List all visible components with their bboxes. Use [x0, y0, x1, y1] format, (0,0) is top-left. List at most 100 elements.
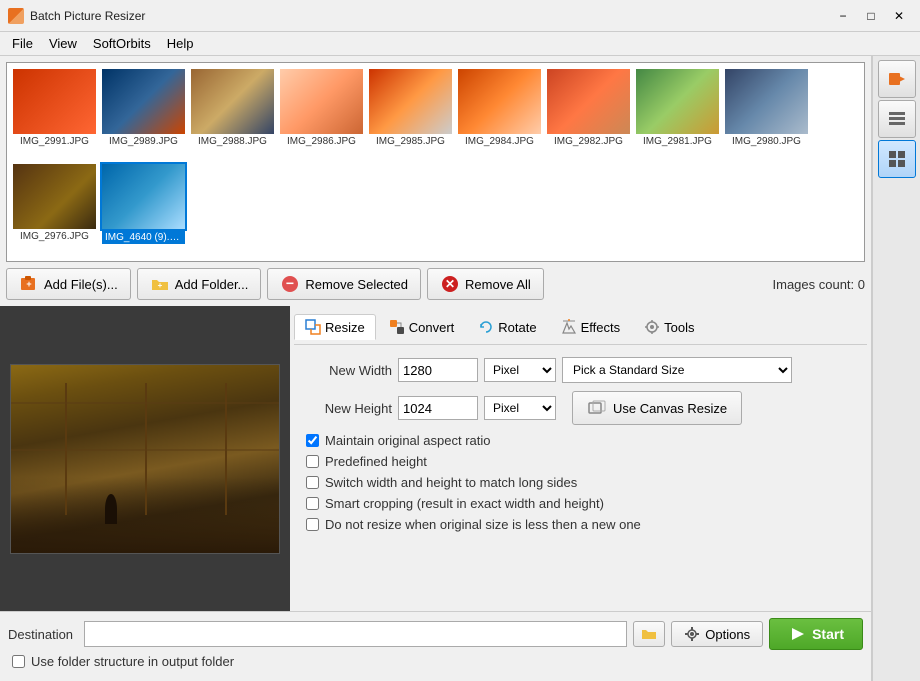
svg-text:✕: ✕: [445, 277, 455, 291]
thumbnail-area[interactable]: IMG_2991.JPG IMG_2989.JPG IMG_2988.JPG I…: [6, 62, 865, 262]
options-button[interactable]: Options: [671, 621, 763, 647]
preview-image: [10, 364, 280, 554]
rotate-icon: [478, 319, 494, 335]
maximize-button[interactable]: □: [858, 6, 884, 26]
bottom-panel: Destination Options: [0, 611, 871, 681]
menu-softorbits[interactable]: SoftOrbits: [85, 34, 159, 53]
resize-icon: [305, 319, 321, 335]
minimize-button[interactable]: −: [830, 6, 856, 26]
tab-convert[interactable]: Convert: [378, 314, 466, 340]
tab-resize[interactable]: Resize: [294, 314, 376, 340]
sidebar-add-button[interactable]: [878, 60, 916, 98]
list-view-icon: [887, 109, 907, 129]
content-area: Resize Convert: [0, 306, 871, 611]
effects-icon: [561, 319, 577, 335]
maintain-aspect-label[interactable]: Maintain original aspect ratio: [325, 433, 490, 448]
menu-file[interactable]: File: [4, 34, 41, 53]
preview-panel: [0, 306, 290, 611]
smart-cropping-label[interactable]: Smart cropping (result in exact width an…: [325, 496, 604, 511]
do-not-resize-checkbox[interactable]: [306, 518, 319, 531]
right-sidebar: [872, 56, 920, 681]
height-input[interactable]: [398, 396, 478, 420]
height-label: New Height: [302, 401, 392, 416]
tab-rotate[interactable]: Rotate: [467, 314, 547, 340]
do-not-resize-label[interactable]: Do not resize when original size is less…: [325, 517, 641, 532]
menu-bar: File View SoftOrbits Help: [0, 32, 920, 56]
title-bar: Batch Picture Resizer − □ ✕: [0, 0, 920, 32]
thumb-label: IMG_2980.JPG: [732, 136, 801, 147]
images-count: Images count: 0: [773, 277, 866, 292]
thumb-item[interactable]: IMG_2982.JPG: [547, 69, 630, 147]
do-not-resize-row: Do not resize when original size is less…: [302, 517, 859, 532]
grid-view-icon: [887, 149, 907, 169]
remove-selected-button[interactable]: − Remove Selected: [267, 268, 421, 300]
switch-width-height-label[interactable]: Switch width and height to match long si…: [325, 475, 577, 490]
toolbar-area: + Add File(s)... + Add Folder... − Remov…: [0, 262, 871, 306]
folder-structure-checkbox[interactable]: [12, 655, 25, 668]
settings-panel: Resize Convert: [290, 306, 871, 611]
thumb-item[interactable]: IMG_2988.JPG: [191, 69, 274, 147]
destination-row: Destination Options: [8, 618, 863, 650]
smart-cropping-checkbox[interactable]: [306, 497, 319, 510]
canvas-resize-icon: [587, 398, 607, 418]
destination-input[interactable]: [84, 621, 627, 647]
thumb-item[interactable]: IMG_2980.JPG: [725, 69, 808, 147]
height-unit-select[interactable]: Pixel Percent Inch Cm: [484, 396, 556, 420]
convert-icon: [389, 319, 405, 335]
thumb-item[interactable]: IMG_2976.JPG: [13, 164, 96, 242]
app-title: Batch Picture Resizer: [30, 9, 830, 23]
folder-structure-row: Use folder structure in output folder: [8, 654, 234, 669]
thumb-item[interactable]: IMG_2984.JPG: [458, 69, 541, 147]
thumb-item[interactable]: IMG_2989.JPG: [102, 69, 185, 147]
predefined-height-label[interactable]: Predefined height: [325, 454, 427, 469]
thumb-item[interactable]: IMG_2986.JPG: [280, 69, 363, 147]
remove-all-button[interactable]: ✕ Remove All: [427, 268, 544, 300]
thumb-item-selected[interactable]: IMG_4640 (9).CR2: [102, 164, 185, 244]
thumb-item[interactable]: IMG_2991.JPG: [13, 69, 96, 147]
standard-size-select[interactable]: Pick a Standard Size 640×480 800×600 102…: [562, 357, 792, 383]
close-button[interactable]: ✕: [886, 6, 912, 26]
svg-text:+: +: [157, 281, 162, 290]
menu-view[interactable]: View: [41, 34, 85, 53]
main-layout: IMG_2991.JPG IMG_2989.JPG IMG_2988.JPG I…: [0, 56, 920, 681]
thumb-label: IMG_2989.JPG: [109, 136, 178, 147]
thumb-item[interactable]: IMG_2981.JPG: [636, 69, 719, 147]
window-controls: − □ ✕: [830, 6, 912, 26]
tools-icon: [644, 319, 660, 335]
start-button[interactable]: Start: [769, 618, 863, 650]
sidebar-grid-button[interactable]: [878, 140, 916, 178]
width-label: New Width: [302, 363, 392, 378]
switch-width-height-checkbox[interactable]: [306, 476, 319, 489]
sidebar-list-button[interactable]: [878, 100, 916, 138]
canvas-resize-button[interactable]: Use Canvas Resize: [572, 391, 742, 425]
destination-label: Destination: [8, 627, 78, 642]
tab-tools[interactable]: Tools: [633, 314, 705, 340]
switch-width-height-row: Switch width and height to match long si…: [302, 475, 859, 490]
width-input[interactable]: [398, 358, 478, 382]
thumb-label: IMG_2981.JPG: [643, 136, 712, 147]
tab-effects[interactable]: Effects: [550, 314, 632, 340]
predefined-height-checkbox[interactable]: [306, 455, 319, 468]
thumb-item[interactable]: IMG_2985.JPG: [369, 69, 452, 147]
maintain-aspect-checkbox[interactable]: [306, 434, 319, 447]
add-folder-button[interactable]: + Add Folder...: [137, 268, 262, 300]
folder-browse-icon: [640, 625, 658, 643]
height-row: New Height Pixel Percent Inch Cm: [302, 391, 859, 425]
gear-icon: [684, 626, 700, 642]
thumb-label: IMG_2985.JPG: [376, 136, 445, 147]
resize-form: New Width Pixel Percent Inch Cm Pick a S…: [294, 353, 867, 542]
remove-selected-icon: −: [280, 274, 300, 294]
arrow-right-icon: [887, 69, 907, 89]
thumb-label: IMG_2986.JPG: [287, 136, 356, 147]
add-files-button[interactable]: + Add File(s)...: [6, 268, 131, 300]
add-folder-icon: +: [150, 274, 170, 294]
svg-text:−: −: [286, 275, 294, 291]
app-icon: [8, 8, 24, 24]
thumb-label: IMG_2976.JPG: [20, 231, 89, 242]
width-unit-select[interactable]: Pixel Percent Inch Cm: [484, 358, 556, 382]
thumb-label: IMG_2982.JPG: [554, 136, 623, 147]
thumb-label: IMG_4640 (9).CR2: [102, 231, 185, 244]
menu-help[interactable]: Help: [159, 34, 202, 53]
destination-browse-button[interactable]: [633, 621, 665, 647]
folder-structure-label[interactable]: Use folder structure in output folder: [31, 654, 234, 669]
